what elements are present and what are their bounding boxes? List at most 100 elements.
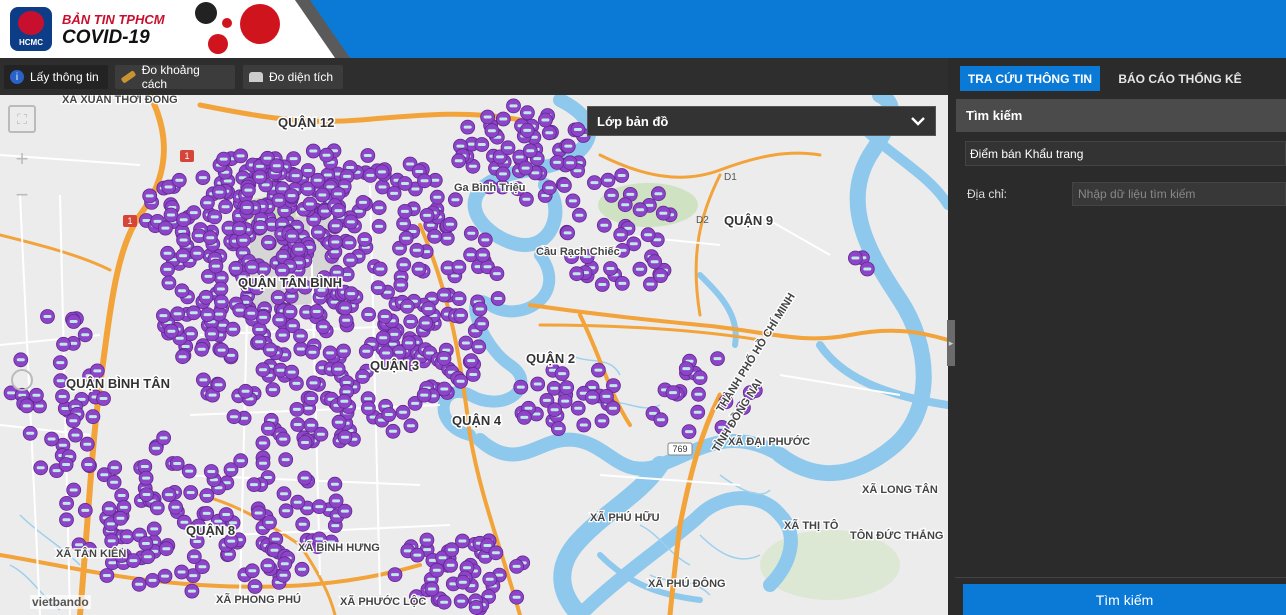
mask-icon	[359, 200, 367, 204]
mask-icon	[294, 247, 303, 251]
mask-icon	[288, 324, 297, 328]
mask-icon	[163, 251, 172, 255]
search-layer-select[interactable]: Điểm bán Khẩu trang	[965, 141, 1286, 166]
mask-icon	[254, 511, 263, 515]
mask-icon	[280, 209, 289, 212]
place-label: XÃ ĐẠI PHƯỚC	[728, 435, 810, 448]
map-layer-dropdown[interactable]: Lớp bản đồ	[587, 106, 936, 136]
fullscreen-icon[interactable]: ⛶	[8, 105, 36, 133]
mask-icon	[440, 356, 448, 360]
mask-icon	[259, 267, 268, 271]
mask-icon	[345, 241, 354, 245]
svg-text:769: 769	[672, 444, 687, 454]
mask-icon	[524, 406, 533, 410]
mask-icon	[863, 267, 872, 271]
mask-icon	[255, 175, 264, 179]
address-input[interactable]: Nhập dữ liệu tìm kiếm	[1072, 182, 1286, 206]
route-shield: 1	[123, 215, 137, 227]
mask-icon	[388, 342, 397, 346]
mask-icon	[293, 423, 302, 426]
mask-icon	[504, 146, 512, 150]
mask-icon	[58, 443, 67, 447]
logo-area[interactable]: HCMC BẢN TIN TPHCM COVID-19	[0, 0, 340, 58]
zoom-out-icon[interactable]: −	[8, 181, 36, 209]
mask-icon	[193, 540, 202, 543]
mask-icon	[106, 522, 115, 526]
mask-icon	[481, 238, 490, 242]
mask-icon	[84, 463, 93, 466]
mask-icon	[685, 430, 693, 434]
mask-icon	[402, 236, 411, 240]
side-panel: TRA CỨU THÔNG TIN BÁO CÁO THỐNG KÊ Tìm k…	[955, 58, 1286, 615]
tab-lookup-info[interactable]: TRA CỨU THÔNG TIN	[960, 66, 1100, 91]
mask-icon	[395, 246, 404, 250]
mask-icon	[522, 197, 531, 201]
mask-icon	[469, 373, 478, 376]
mask-icon	[279, 573, 288, 577]
mask-icon	[264, 240, 273, 244]
mask-icon	[227, 353, 235, 357]
mask-icon	[347, 292, 356, 296]
mask-icon	[444, 266, 452, 270]
locate-icon[interactable]	[11, 369, 33, 391]
search-button[interactable]: Tìm kiếm	[963, 584, 1286, 615]
mask-icon	[268, 388, 277, 392]
mask-icon	[178, 355, 187, 359]
mask-icon	[526, 149, 535, 153]
mask-icon	[110, 480, 119, 484]
mask-icon	[403, 549, 412, 553]
mask-icon	[406, 320, 415, 323]
mask-icon	[487, 129, 496, 133]
mask-icon	[56, 361, 65, 365]
mask-icon	[364, 313, 373, 316]
mask-icon	[550, 408, 559, 412]
route-shield: 769	[667, 442, 693, 456]
mask-icon	[298, 522, 307, 526]
mask-icon	[207, 332, 216, 336]
mask-icon	[426, 223, 435, 227]
mask-icon	[618, 281, 627, 285]
map-svg[interactable]: QUẬN 12 QUẬN 9 QUẬN 2 QUẬN BÌNH TÂN QUẬN…	[0, 95, 948, 615]
hcmc-logo-badge: HCMC	[10, 7, 52, 51]
mask-icon	[250, 483, 258, 487]
mask-icon	[574, 406, 583, 410]
mask-icon	[656, 274, 665, 278]
mask-icon	[594, 368, 603, 372]
zoom-in-icon[interactable]: +	[8, 145, 36, 173]
measure-area-button[interactable]: Đo diện tích	[243, 65, 343, 89]
mask-icon	[224, 552, 233, 556]
mask-icon	[456, 313, 465, 317]
mask-icon	[186, 491, 195, 494]
map-canvas[interactable]: QUẬN 12 QUẬN 9 QUẬN 2 QUẬN BÌNH TÂN QUẬN…	[0, 95, 948, 615]
mask-icon	[280, 492, 288, 496]
mask-icon	[564, 144, 573, 148]
route-label: D2	[696, 215, 709, 226]
mask-icon	[575, 213, 584, 217]
get-info-button[interactable]: i Lấy thông tin	[4, 65, 108, 89]
logo-title-line1: BẢN TIN TPHCM	[62, 12, 165, 27]
mask-icon	[523, 128, 532, 132]
mask-icon	[159, 314, 168, 318]
mask-icon	[218, 323, 227, 327]
mask-icon	[308, 350, 317, 354]
mask-icon	[400, 209, 409, 213]
mask-icon	[35, 404, 44, 408]
panel-collapse-handle[interactable]: ▸	[947, 320, 955, 366]
mask-icon	[81, 333, 90, 337]
mask-icon	[512, 564, 521, 568]
mask-icon	[217, 300, 226, 304]
mask-icon	[236, 154, 245, 158]
mask-icon	[179, 254, 188, 258]
mask-icon	[81, 508, 90, 512]
mask-icon	[256, 164, 264, 168]
mask-icon	[467, 359, 476, 363]
mask-icon	[197, 347, 206, 351]
mask-icon	[427, 577, 436, 581]
mask-icon	[443, 236, 452, 240]
mask-icon	[279, 437, 288, 441]
route-shield: 1	[180, 150, 194, 162]
mask-icon	[451, 198, 460, 202]
tab-statistics-report[interactable]: BÁO CÁO THỐNG KÊ	[1110, 66, 1250, 91]
mask-icon	[339, 349, 348, 353]
measure-distance-button[interactable]: Đo khoảng cách	[115, 63, 235, 91]
